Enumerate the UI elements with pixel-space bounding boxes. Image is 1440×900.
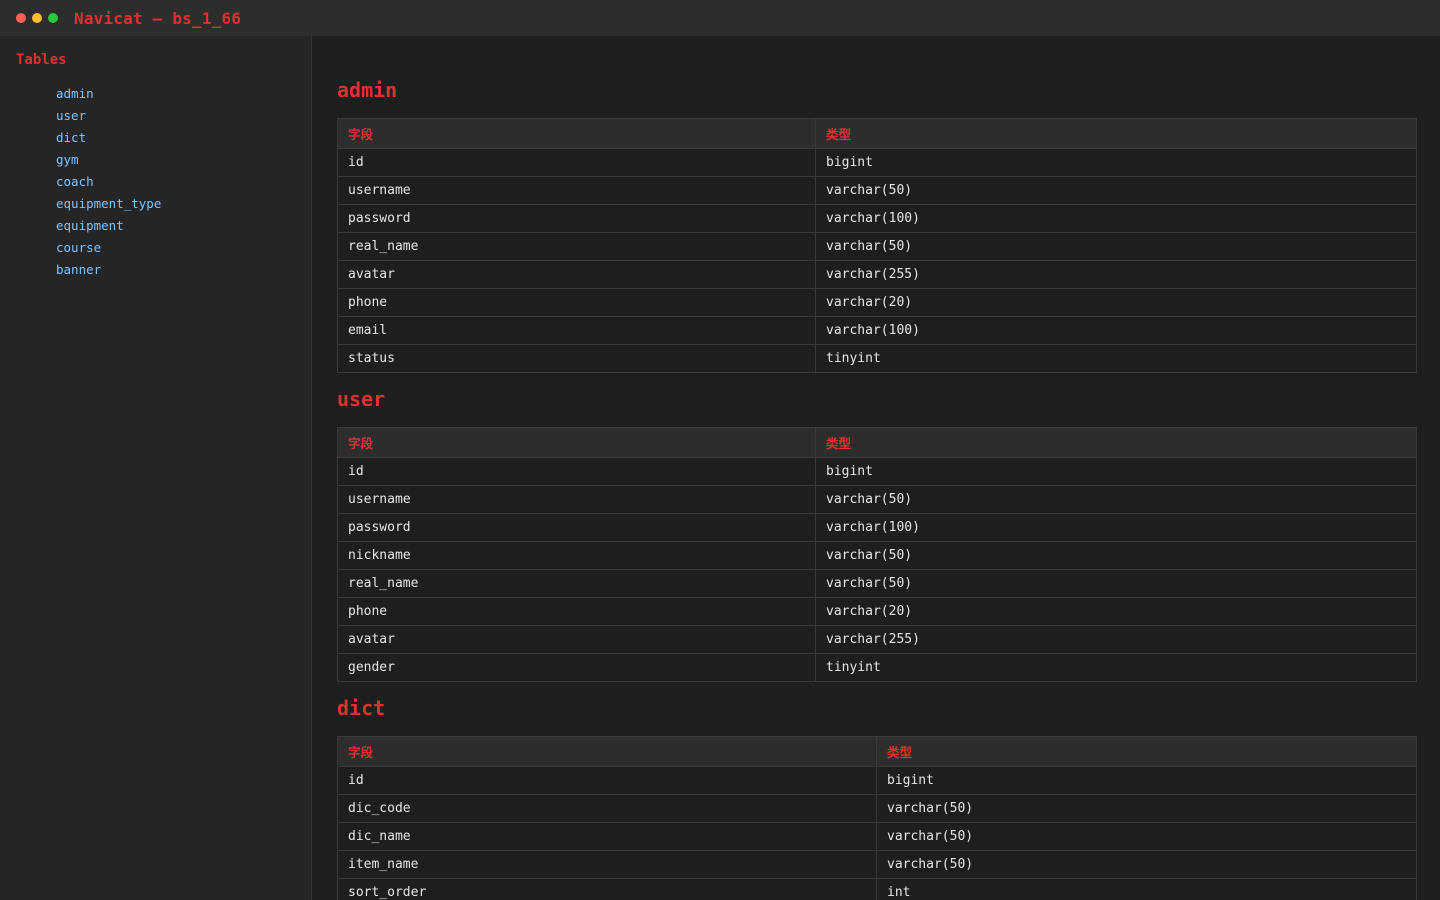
field-name: id xyxy=(337,457,816,486)
column-header-type: 类型 xyxy=(815,118,1417,149)
window-title: Navicat — bs_1_66 xyxy=(74,8,242,28)
table-row: id bigint xyxy=(337,766,1417,795)
table-title-admin: admin xyxy=(337,78,398,102)
window-controls xyxy=(16,13,58,23)
field-name: real_name xyxy=(337,569,816,598)
field-type: varchar(20) xyxy=(815,597,1417,626)
minimize-window-button[interactable] xyxy=(32,13,42,23)
table-row: avatar varchar(255) xyxy=(337,260,1417,289)
schema-table-user: 字段 类型 id bigint username varchar(50) passw… xyxy=(337,427,1417,682)
table-row: username varchar(50) xyxy=(337,485,1417,514)
field-type: varchar(50) xyxy=(876,794,1417,823)
table-header-row: 字段 类型 xyxy=(337,736,1417,767)
table-row: phone varchar(20) xyxy=(337,597,1417,626)
sidebar-item-banner[interactable]: banner xyxy=(56,262,161,284)
schema-table-admin: 字段 类型 id bigint username varchar(50) passw… xyxy=(337,118,1417,373)
field-name: password xyxy=(337,513,816,542)
sidebar-item-gym[interactable]: gym xyxy=(56,152,161,174)
table-row: username varchar(50) xyxy=(337,176,1417,205)
field-type: varchar(50) xyxy=(876,822,1417,851)
field-name: item_name xyxy=(337,850,877,879)
table-row: real_name varchar(50) xyxy=(337,569,1417,598)
column-header-field: 字段 xyxy=(337,118,816,149)
title-bar: Navicat — bs_1_66 xyxy=(0,0,1440,36)
table-row: gender tinyint xyxy=(337,653,1417,682)
field-name: id xyxy=(337,766,877,795)
table-row: dic_name varchar(50) xyxy=(337,822,1417,851)
close-window-button[interactable] xyxy=(16,13,26,23)
sidebar-item-equipment[interactable]: equipment xyxy=(56,218,161,240)
table-header-row: 字段 类型 xyxy=(337,427,1417,458)
field-type: varchar(50) xyxy=(815,541,1417,570)
table-row: status tinyint xyxy=(337,344,1417,373)
sidebar-item-admin[interactable]: admin xyxy=(56,86,161,108)
table-row: phone varchar(20) xyxy=(337,288,1417,317)
sidebar-item-equipment-type[interactable]: equipment_type xyxy=(56,196,161,218)
table-row: password varchar(100) xyxy=(337,513,1417,542)
table-row: sort_order int xyxy=(337,878,1417,900)
table-row: nickname varchar(50) xyxy=(337,541,1417,570)
field-type: int xyxy=(876,878,1417,900)
table-row: id bigint xyxy=(337,457,1417,486)
field-name: username xyxy=(337,485,816,514)
field-type: varchar(50) xyxy=(876,850,1417,879)
field-name: email xyxy=(337,316,816,345)
column-header-type: 类型 xyxy=(815,427,1417,458)
field-type: varchar(100) xyxy=(815,316,1417,345)
field-type: varchar(50) xyxy=(815,232,1417,261)
field-name: gender xyxy=(337,653,816,682)
field-name: dic_code xyxy=(337,794,877,823)
schema-content: admin 字段 类型 id bigint username varchar(50)… xyxy=(313,36,1440,900)
field-type: tinyint xyxy=(815,653,1417,682)
table-header-row: 字段 类型 xyxy=(337,118,1417,149)
field-name: id xyxy=(337,148,816,177)
field-name: dic_name xyxy=(337,822,877,851)
field-type: varchar(255) xyxy=(815,260,1417,289)
field-type: varchar(50) xyxy=(815,176,1417,205)
sidebar-item-coach[interactable]: coach xyxy=(56,174,161,196)
field-type: bigint xyxy=(815,148,1417,177)
sidebar-item-user[interactable]: user xyxy=(56,108,161,130)
table-row: email varchar(100) xyxy=(337,316,1417,345)
table-title-user: user xyxy=(337,387,386,411)
field-name: avatar xyxy=(337,260,816,289)
column-header-type: 类型 xyxy=(876,736,1417,767)
field-name: nickname xyxy=(337,541,816,570)
field-name: phone xyxy=(337,597,816,626)
table-row: avatar varchar(255) xyxy=(337,625,1417,654)
main-panel[interactable]: admin 字段 类型 id bigint username varchar(50)… xyxy=(313,36,1440,900)
field-type: varchar(255) xyxy=(815,625,1417,654)
field-type: varchar(100) xyxy=(815,204,1417,233)
field-name: sort_order xyxy=(337,878,877,900)
table-list: admin user dict gym coach equipment_type… xyxy=(56,86,161,284)
field-name: phone xyxy=(337,288,816,317)
table-row: item_name varchar(50) xyxy=(337,850,1417,879)
field-type: varchar(100) xyxy=(815,513,1417,542)
field-name: real_name xyxy=(337,232,816,261)
sidebar: Tables admin user dict gym coach equipme… xyxy=(0,36,312,900)
field-type: varchar(50) xyxy=(815,485,1417,514)
table-row: password varchar(100) xyxy=(337,204,1417,233)
field-type: varchar(50) xyxy=(815,569,1417,598)
field-type: varchar(20) xyxy=(815,288,1417,317)
field-name: username xyxy=(337,176,816,205)
column-header-field: 字段 xyxy=(337,427,816,458)
schema-table-dict: 字段 类型 id bigint dic_code varchar(50) dic_n… xyxy=(337,736,1417,900)
table-row: dic_code varchar(50) xyxy=(337,794,1417,823)
field-type: bigint xyxy=(815,457,1417,486)
table-row: id bigint xyxy=(337,148,1417,177)
sidebar-heading: Tables xyxy=(16,52,67,68)
sidebar-item-dict[interactable]: dict xyxy=(56,130,161,152)
table-row: real_name varchar(50) xyxy=(337,232,1417,261)
field-type: tinyint xyxy=(815,344,1417,373)
maximize-window-button[interactable] xyxy=(48,13,58,23)
sidebar-item-course[interactable]: course xyxy=(56,240,161,262)
column-header-field: 字段 xyxy=(337,736,877,767)
field-name: password xyxy=(337,204,816,233)
field-name: status xyxy=(337,344,816,373)
table-title-dict: dict xyxy=(337,696,386,720)
field-type: bigint xyxy=(876,766,1417,795)
field-name: avatar xyxy=(337,625,816,654)
